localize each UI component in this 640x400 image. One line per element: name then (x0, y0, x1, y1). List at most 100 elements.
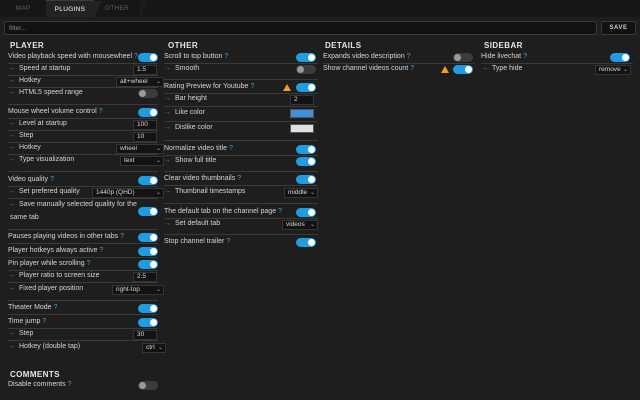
help-icon[interactable]: ? (68, 381, 72, 388)
default-tab-toggle[interactable] (296, 208, 316, 217)
time-jump-label: Time jump (8, 318, 41, 325)
rating-label: Rating Preview for Youtube (164, 83, 249, 90)
set-default-row: → Set default tab videos ⌄ (164, 219, 318, 231)
help-icon[interactable]: ? (224, 53, 228, 60)
quality-toggle[interactable] (138, 176, 158, 185)
rating-toggle[interactable] (296, 83, 316, 92)
help-icon[interactable]: ? (229, 145, 233, 152)
hide-chat-toggle[interactable] (610, 53, 630, 62)
expand-desc-toggle[interactable] (453, 53, 473, 62)
help-icon[interactable]: ? (42, 318, 46, 325)
help-icon[interactable]: ? (278, 208, 282, 215)
tab-plugins[interactable]: PLUGINS (46, 0, 102, 18)
save-quality-row: → Save manually selected quality for the … (8, 200, 158, 222)
html5-range-toggle[interactable] (138, 89, 158, 98)
chevron-down-icon: ⌄ (622, 67, 628, 73)
volume-label: Mouse wheel volume control (8, 108, 97, 115)
tj-hotkey-select[interactable]: ctrl ⌄ (142, 343, 166, 353)
save-quality-label-1: Save manually selected quality for the (19, 201, 137, 208)
disable-comments-label: Disable comments (8, 381, 66, 388)
tj-hotkey-label: Hotkey (double tap) (19, 343, 81, 350)
normalize-toggle[interactable] (296, 145, 316, 154)
save-quality-toggle[interactable] (138, 207, 158, 216)
tj-step-label: Step (19, 330, 34, 337)
help-icon[interactable]: ? (99, 247, 103, 254)
volume-hotkey-select[interactable]: wheel ⌄ (116, 144, 164, 154)
clear-thumbs-toggle[interactable] (296, 175, 316, 184)
help-icon[interactable]: ? (50, 176, 54, 183)
show-count-toggle[interactable] (453, 65, 473, 74)
help-icon[interactable]: ? (407, 53, 411, 60)
speed-startup-input[interactable]: 1.5 (133, 65, 157, 75)
help-icon[interactable]: ? (120, 233, 124, 240)
wheel-speed-toggle[interactable] (138, 53, 158, 62)
dislike-color-swatch[interactable] (290, 124, 314, 133)
speed-hotkey-select[interactable]: alt+wheel ⌄ (116, 77, 164, 87)
volume-step-label: Step (19, 132, 34, 139)
speed-hotkey-label: Hotkey (19, 77, 41, 84)
tab-map[interactable]: MAP (0, 0, 54, 17)
type-hide-select[interactable]: remove ⌄ (595, 65, 631, 75)
sidebar-heading: SIDEBAR (484, 41, 523, 50)
filter-input[interactable] (4, 21, 597, 35)
disable-comments-toggle[interactable] (138, 381, 158, 390)
fixed-pos-select[interactable]: right-top ⌄ (112, 285, 164, 295)
chevron-down-icon: ⌄ (157, 345, 163, 351)
like-color-row: → Like color (164, 108, 318, 120)
ratio-label: Player ratio to screen size (19, 272, 100, 279)
help-icon[interactable]: ? (226, 238, 230, 245)
full-title-toggle[interactable] (296, 157, 316, 166)
stop-trailer-toggle[interactable] (296, 238, 316, 247)
tj-step-input[interactable]: 30 (133, 330, 157, 340)
warning-icon (283, 84, 291, 91)
stop-trailer-label: Stop channel trailer (164, 238, 225, 245)
type-vis-select[interactable]: text ⌄ (120, 156, 164, 166)
tab-other[interactable]: OTHER (94, 0, 148, 17)
time-jump-toggle[interactable] (138, 318, 158, 327)
hotkeys-active-toggle[interactable] (138, 247, 158, 256)
type-hide-row: → Type hide remove ⌄ (481, 64, 633, 76)
pref-quality-label: Set prefered quality (19, 188, 80, 195)
chevron-down-icon: ⌄ (309, 222, 315, 228)
help-icon[interactable]: ? (87, 260, 91, 267)
hide-chat-label: Hide livechat (481, 53, 522, 60)
help-icon[interactable]: ? (410, 65, 414, 72)
help-icon[interactable]: ? (250, 83, 254, 90)
wheel-speed-label: Video playback speed with mousewheel (8, 53, 133, 60)
smooth-row: → Smooth (164, 64, 318, 76)
arrow-right-icon: → (8, 120, 15, 127)
help-icon[interactable]: ? (54, 304, 58, 311)
thumb-ts-select[interactable]: middle ⌄ (284, 188, 318, 198)
arrow-right-icon: → (8, 89, 15, 96)
theater-toggle[interactable] (138, 304, 158, 313)
ratio-input[interactable]: 2.5 (133, 272, 157, 282)
arrow-right-icon: → (164, 188, 171, 195)
help-icon[interactable]: ? (237, 175, 241, 182)
scroll-top-toggle[interactable] (296, 53, 316, 62)
scroll-top-label: Scroll to top button (164, 53, 223, 60)
fixed-pos-label: Fixed player position (19, 285, 84, 292)
arrow-right-icon: → (164, 220, 171, 227)
smooth-toggle[interactable] (296, 65, 316, 74)
arrow-right-icon: → (8, 144, 15, 151)
pause-other-toggle[interactable] (138, 233, 158, 242)
set-default-select[interactable]: videos ⌄ (282, 220, 318, 230)
save-button[interactable]: SAVE (601, 21, 636, 35)
bar-height-input[interactable]: 2 (290, 95, 314, 105)
level-startup-input[interactable]: 100 (133, 120, 157, 130)
pref-quality-select[interactable]: 1440p (QHD) ⌄ (92, 188, 164, 198)
disable-comments-row: Disable comments? (8, 380, 158, 392)
volume-step-input[interactable]: 10 (133, 132, 157, 142)
chevron-down-icon: ⌄ (155, 79, 161, 85)
volume-toggle[interactable] (138, 108, 158, 117)
pin-scroll-toggle[interactable] (138, 260, 158, 269)
smooth-label: Smooth (175, 65, 200, 72)
html5-range-label: HTML5 speed range (19, 89, 83, 96)
bar-height-label: Bar height (175, 95, 207, 102)
thumb-ts-label: Thumbnail timestamps (175, 188, 246, 195)
help-icon[interactable]: ? (99, 108, 103, 115)
help-icon[interactable]: ? (523, 53, 527, 60)
arrow-right-icon: → (164, 124, 171, 131)
like-color-swatch[interactable] (290, 109, 314, 118)
volume-hotkey-label: Hotkey (19, 144, 41, 151)
